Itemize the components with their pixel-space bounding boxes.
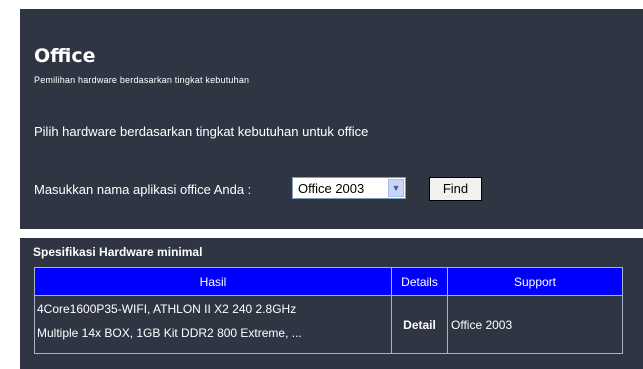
office-app-select[interactable]: Office 2003 ▼ [292,177,406,199]
column-header-support: Support [447,267,623,296]
hasil-cell: 4Core1600P35-WIFI, ATHLON II X2 240 2.8G… [34,295,392,354]
chevron-down-icon[interactable]: ▼ [388,179,404,197]
section-divider [20,229,643,238]
spec-section-title: Spesifikasi Hardware minimal [33,245,203,259]
support-cell: Office 2003 [447,295,623,354]
office-app-select-value: Office 2003 [298,181,365,196]
table-header-row: Hasil Details Support [34,267,623,296]
detail-link[interactable]: Detail [391,295,448,354]
office-app-label: Masukkan nama aplikasi office Anda : [34,182,252,197]
hasil-line-2: Multiple 14x BOX, 1GB Kit DDR2 800 Extre… [37,326,302,340]
content-panel: Office Pemilihan hardware berdasarkan ti… [20,9,643,369]
hasil-line-1: 4Core1600P35-WIFI, ATHLON II X2 240 2.8G… [37,302,297,316]
column-header-details: Details [391,267,448,296]
column-header-hasil: Hasil [34,267,392,296]
find-button[interactable]: Find [429,177,482,201]
page-title: Office [34,45,96,67]
page-subtitle: Pemilihan hardware berdasarkan tingkat k… [34,75,250,85]
results-table: Hasil Details Support 4Core1600P35-WIFI,… [34,267,623,354]
table-row: 4Core1600P35-WIFI, ATHLON II X2 240 2.8G… [34,295,623,354]
intro-text: Pilih hardware berdasarkan tingkat kebut… [34,124,369,139]
